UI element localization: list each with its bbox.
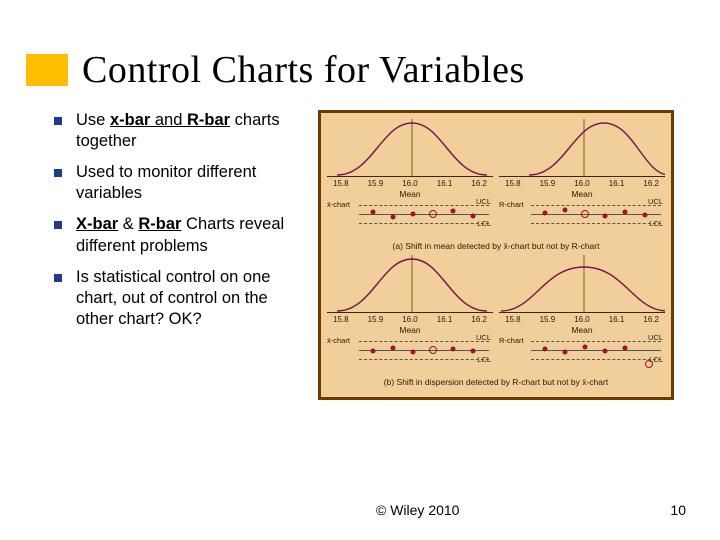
- slide: Control Charts for Variables Use x-bar a…: [0, 0, 720, 540]
- distribution-curve: [327, 255, 493, 313]
- title-row: Control Charts for Variables: [26, 48, 688, 92]
- accent-square-icon: [26, 54, 68, 86]
- distribution-curve: [499, 119, 665, 177]
- slide-title: Control Charts for Variables: [82, 48, 525, 92]
- bullet-list: Use x-bar and R-bar charts together Used…: [32, 110, 300, 340]
- axis-label: Mean: [499, 325, 665, 335]
- t: Use: [76, 111, 110, 129]
- t: x-bar: [110, 111, 150, 129]
- body-row: Use x-bar and R-bar charts together Used…: [32, 110, 688, 400]
- panel-a-left: 15.815.916.016.116.2 Mean x̄-chart UCL L…: [327, 119, 493, 231]
- control-strip-xbar: x̄-chart UCL LCL: [327, 337, 493, 367]
- xbar-label: x̄-chart: [327, 336, 350, 345]
- axis-label: Mean: [327, 325, 493, 335]
- caption-b: (b) Shift in dispersion detected by R-ch…: [327, 377, 665, 387]
- caption-a: (a) Shift in mean detected by x̄-chart b…: [327, 241, 665, 251]
- xbar-label: x̄-chart: [327, 200, 350, 209]
- distribution-curve: [327, 119, 493, 177]
- bullet-1: Use x-bar and R-bar charts together: [54, 110, 300, 152]
- rchart-label: R-chart: [499, 336, 524, 345]
- axis-ticks: 15.815.916.016.116.2: [499, 177, 665, 188]
- t: and: [150, 111, 187, 129]
- axis-ticks: 15.815.916.016.116.2: [327, 313, 493, 324]
- panel-b-left: 15.815.916.016.116.2 Mean x̄-chart UCL L…: [327, 255, 493, 367]
- page-number: 10: [670, 502, 686, 518]
- distribution-curve: [499, 255, 665, 313]
- panel-b-right: 15.815.916.016.116.2 Mean R-chart UCL LC…: [499, 255, 665, 367]
- bullet-3: X-bar & R-bar Charts reveal different pr…: [54, 214, 300, 256]
- axis-ticks: 15.815.916.016.116.2: [499, 313, 665, 324]
- control-strip-rchart: R-chart UCL LCL: [499, 201, 665, 231]
- t: R-bar: [187, 111, 230, 129]
- bullet-4: Is statistical control on one chart, out…: [54, 267, 300, 330]
- control-strip-rchart: R-chart UCL LCL: [499, 337, 665, 367]
- t: &: [118, 215, 138, 233]
- panel-a-right: 15.815.916.016.116.2 Mean R-chart UCL LC…: [499, 119, 665, 231]
- axis-label: Mean: [327, 189, 493, 199]
- bullet-2: Used to monitor different variables: [54, 162, 300, 204]
- copyright: © Wiley 2010: [376, 502, 459, 518]
- axis-ticks: 15.815.916.016.116.2: [327, 177, 493, 188]
- rchart-label: R-chart: [499, 200, 524, 209]
- t: R-bar: [138, 215, 181, 233]
- control-strip-xbar: x̄-chart UCL LCL: [327, 201, 493, 231]
- t: X-bar: [76, 215, 118, 233]
- figure: 15.815.916.016.116.2 Mean x̄-chart UCL L…: [318, 110, 674, 400]
- axis-label: Mean: [499, 189, 665, 199]
